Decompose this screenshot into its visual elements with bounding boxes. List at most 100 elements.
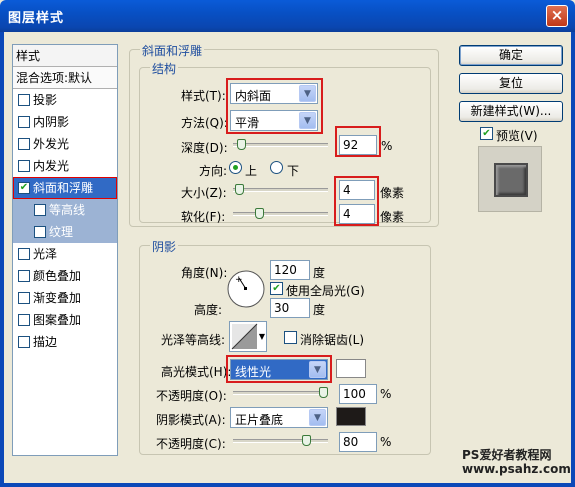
altitude-unit: 度 — [313, 303, 326, 317]
shadow-mode-value: 正片叠底 — [235, 413, 284, 427]
soften-label: 软化(F): — [181, 210, 226, 224]
altitude-label: 高度: — [194, 303, 223, 317]
style-item-checkbox[interactable] — [18, 270, 30, 282]
style-item-label: 渐变叠加 — [33, 291, 82, 305]
shadow-opacity-thumb[interactable] — [301, 435, 311, 446]
style-item-label: 图案叠加 — [33, 313, 82, 327]
style-item-checkbox[interactable]: ✔ — [18, 182, 30, 194]
style-item-checkbox[interactable] — [18, 292, 30, 304]
watermark-line2: www.psahz.com — [462, 462, 571, 476]
highlight-mode-select[interactable]: 线性光 ▼ — [230, 359, 328, 380]
bevel-method-select[interactable]: 平滑 ▼ — [230, 110, 318, 131]
shadow-opacity-unit: % — [380, 435, 392, 449]
shadow-mode-select[interactable]: 正片叠底 ▼ — [230, 407, 328, 428]
depth-input[interactable]: 92 — [339, 135, 377, 155]
global-light-label: 使用全局光(G) — [286, 284, 365, 298]
soften-input[interactable]: 4 — [339, 204, 375, 224]
style-item[interactable]: ✔ 斜面和浮雕 — [13, 177, 117, 199]
style-item-checkbox[interactable] — [18, 336, 30, 348]
close-button[interactable]: × — [546, 5, 568, 27]
style-item[interactable]: 图案叠加 — [13, 309, 117, 331]
soften-unit: 像素 — [380, 210, 405, 224]
style-item[interactable]: 内发光 — [13, 155, 117, 177]
style-item-checkbox[interactable] — [18, 116, 30, 128]
style-item[interactable]: 投影 — [13, 89, 117, 111]
global-light-checkbox[interactable]: ✔ — [270, 282, 283, 295]
style-item[interactable]: 光泽 — [13, 243, 117, 265]
gloss-contour-picker[interactable]: ▼ — [229, 321, 267, 352]
size-unit: 像素 — [380, 186, 405, 200]
shadow-mode-label: 阴影模式(A): — [156, 413, 226, 427]
angle-dial[interactable]: + — [226, 269, 266, 309]
depth-slider-track[interactable] — [233, 143, 328, 147]
shadow-color-swatch[interactable] — [336, 407, 366, 426]
highlight-color-swatch[interactable] — [336, 359, 366, 378]
size-input[interactable]: 4 — [339, 180, 375, 200]
bevel-emboss-title: 斜面和浮雕 — [140, 42, 205, 59]
shading-title: 阴影 — [150, 238, 179, 255]
size-label: 大小(Z): — [181, 186, 227, 200]
bevel-style-select[interactable]: 内斜面 ▼ — [230, 83, 318, 104]
angle-label: 角度(N): — [181, 266, 228, 280]
style-item[interactable]: 描边 — [13, 331, 117, 353]
size-slider-track[interactable] — [233, 188, 328, 192]
style-item-label: 投影 — [33, 93, 58, 107]
highlight-mode-value: 线性光 — [235, 365, 272, 379]
style-item-label: 斜面和浮雕 — [33, 181, 94, 195]
style-item[interactable]: 等高线 — [13, 199, 117, 221]
style-item[interactable]: 外发光 — [13, 133, 117, 155]
angle-unit: 度 — [313, 266, 326, 280]
style-item-checkbox[interactable] — [18, 248, 30, 260]
style-item-checkbox[interactable] — [18, 138, 30, 150]
direction-up-label: 上 — [245, 164, 258, 178]
style-item-checkbox[interactable] — [34, 204, 46, 216]
soften-slider-thumb[interactable] — [254, 208, 264, 219]
style-item-checkbox[interactable] — [18, 314, 30, 326]
style-item-checkbox[interactable] — [18, 160, 30, 172]
shadow-opacity-track[interactable] — [233, 439, 328, 443]
antialias-label: 消除锯齿(L) — [300, 333, 365, 347]
watermark-line1: PS爱好者教程网 — [462, 448, 552, 462]
style-item[interactable]: 纹理 — [13, 221, 117, 243]
chevron-down-icon: ▼ — [309, 361, 326, 378]
blend-options-item[interactable]: 混合选项:默认 — [13, 67, 117, 89]
depth-slider-thumb[interactable] — [237, 139, 247, 150]
size-slider-thumb[interactable] — [234, 184, 244, 195]
bevel-style-value: 内斜面 — [235, 89, 272, 103]
shadow-opacity-label: 不透明度(C): — [156, 437, 226, 451]
style-list-header[interactable]: 样式 — [13, 45, 117, 67]
angle-input[interactable]: 120 — [270, 260, 310, 280]
soften-slider-track[interactable] — [233, 212, 328, 216]
reset-button[interactable]: 复位 — [459, 73, 563, 94]
highlight-opacity-unit: % — [380, 387, 392, 401]
direction-label: 方向: — [199, 164, 228, 178]
style-list-items: 投影 内阴影 外发光 内发光 ✔ 斜面和浮雕 等高线 纹理 光泽 颜色叠加 渐变叠加 图案叠加 描边 — [13, 89, 117, 353]
highlight-opacity-track[interactable] — [233, 391, 328, 395]
preview-checkbox[interactable]: ✔ — [480, 127, 493, 140]
window-title: 图层样式 — [8, 11, 65, 26]
bevel-method-value: 平滑 — [235, 116, 260, 130]
method-label: 方法(Q): — [181, 116, 228, 130]
altitude-input[interactable]: 30 — [270, 298, 310, 318]
style-item-label: 内发光 — [33, 159, 70, 173]
antialias-checkbox[interactable] — [284, 331, 297, 344]
title-bar[interactable]: 图层样式 × — [0, 0, 575, 32]
shadow-opacity-input[interactable]: 80 — [339, 432, 377, 452]
direction-up-radio[interactable] — [229, 161, 242, 174]
highlight-opacity-input[interactable]: 100 — [339, 384, 377, 404]
ok-button[interactable]: 确定 — [459, 45, 563, 66]
contour-preview-icon — [231, 323, 258, 350]
new-style-button[interactable]: 新建样式(W)... — [459, 101, 563, 122]
style-item-checkbox[interactable] — [18, 94, 30, 106]
highlight-opacity-thumb[interactable] — [319, 387, 328, 398]
style-item-checkbox[interactable] — [34, 226, 46, 238]
chevron-down-icon: ▼ — [299, 85, 316, 102]
depth-unit: % — [381, 139, 393, 153]
window-frame-left — [0, 32, 4, 487]
direction-down-radio[interactable] — [270, 161, 283, 174]
style-item-label: 外发光 — [33, 137, 70, 151]
style-item[interactable]: 颜色叠加 — [13, 265, 117, 287]
style-item[interactable]: 渐变叠加 — [13, 287, 117, 309]
style-item[interactable]: 内阴影 — [13, 111, 117, 133]
style-list: 样式 混合选项:默认 投影 内阴影 外发光 内发光 ✔ 斜面和浮雕 等高线 纹理 光泽 颜色叠加渐… — [12, 44, 118, 456]
